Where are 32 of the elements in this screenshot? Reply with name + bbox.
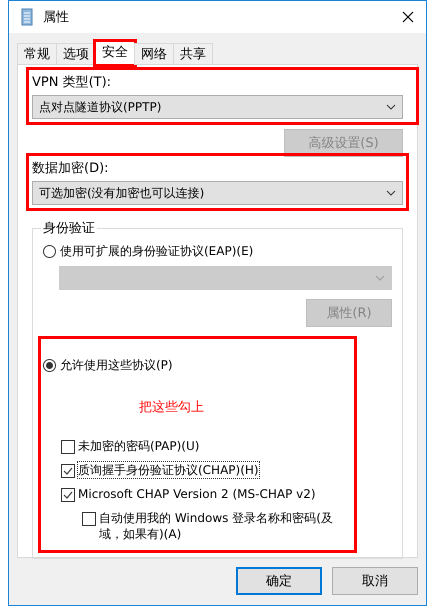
radio-button[interactable]: [43, 359, 56, 372]
encryption-dropdown[interactable]: 可选加密(没有加密也可以连接): [32, 181, 403, 205]
group-title: 身份验证: [42, 220, 96, 237]
tab[interactable]: 共享: [173, 43, 213, 65]
caret-icon: [386, 190, 396, 196]
field-label: 数据加密(D):: [32, 160, 110, 177]
checkbox-label: 自动使用我的 Windows 登录名称和密码(及域，如果有)(A): [99, 510, 334, 542]
document-icon: [21, 8, 33, 26]
window-title: 属性: [43, 9, 70, 26]
checkbox-label: 未加密的密码(PAP)(U): [78, 438, 200, 454]
vpn-type-dropdown[interactable]: 点对点隧道协议(PPTP): [32, 95, 403, 119]
tab[interactable]: 网络: [134, 43, 174, 65]
checkbox-label: 质询握手身份验证协议(CHAP)(H): [78, 462, 259, 478]
caret-icon: [386, 104, 396, 110]
dialog-button[interactable]: 确定: [236, 567, 322, 595]
checkbox-label: Microsoft CHAP Version 2 (MS-CHAP v2): [78, 486, 316, 502]
checkmark-icon: [63, 467, 73, 475]
close-icon[interactable]: [402, 11, 414, 23]
checkmark-icon: [63, 491, 73, 499]
checkbox[interactable]: [61, 488, 75, 502]
checkbox[interactable]: [61, 464, 75, 478]
dialog-button[interactable]: 取消: [332, 567, 418, 595]
radio-label: 允许使用这些协议(P): [60, 357, 173, 374]
checkbox[interactable]: [82, 512, 96, 526]
tab[interactable]: 安全: [95, 41, 135, 65]
tab[interactable]: 常规: [17, 43, 57, 65]
annotation-note: 把这些勾上: [139, 399, 205, 416]
caret-icon: [375, 275, 385, 281]
checkbox[interactable]: [61, 440, 75, 454]
radio-label: 使用可扩展的身份验证协议(EAP)(E): [60, 243, 254, 260]
field-label: VPN 类型(T):: [32, 74, 112, 91]
radio-button[interactable]: [43, 245, 56, 258]
